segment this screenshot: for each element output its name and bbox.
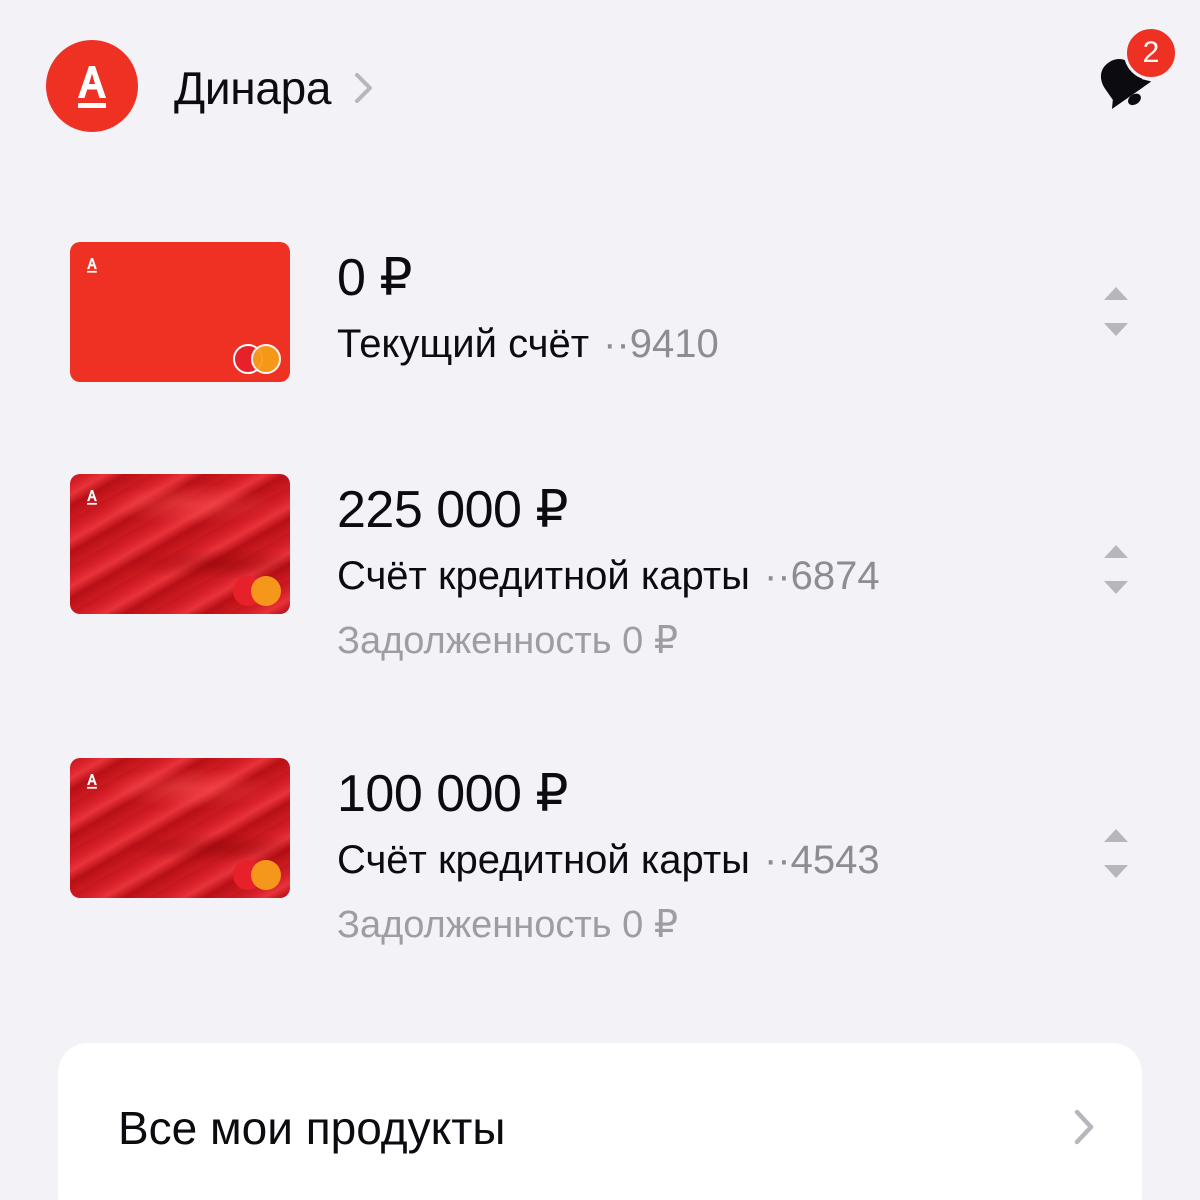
account-title-row: Счёт кредитной карты ··4543 [337,838,880,883]
main-screen: Динара 2 0 ₽ Текущий счёт ··9410 225 000… [0,0,1200,1200]
alfa-logo-icon[interactable] [46,40,138,132]
mastercard-icon [233,344,281,374]
account-debt: Задолженность 0 ₽ [337,904,679,946]
chevron-right-icon [355,73,373,103]
reorder-handle-icon[interactable] [1102,824,1130,884]
card-image [70,242,290,382]
account-balance: 0 ₽ [337,249,412,307]
account-mask: ··9410 [603,322,719,366]
account-mask: ··4543 [763,838,880,882]
account-title-row: Текущий счёт ··9410 [337,322,719,367]
account-balance: 225 000 ₽ [337,481,569,539]
account-mask: ··6874 [763,554,880,598]
all-products-label: Все мои продукты [118,1102,506,1154]
alfa-logo-icon [87,258,97,273]
alfa-logo-icon [87,490,97,505]
notification-badge: 2 [1124,26,1178,80]
mastercard-icon [233,860,281,890]
account-balance: 100 000 ₽ [337,765,569,823]
account-title: Текущий счёт [337,322,590,366]
all-products-button[interactable]: Все мои продукты [58,1043,1142,1200]
card-image [70,758,290,898]
user-name: Динара [174,62,332,114]
account-title-row: Счёт кредитной карты ··6874 [337,554,880,599]
reorder-handle-icon[interactable] [1102,282,1130,342]
alfa-logo-icon [87,774,97,789]
chevron-right-icon [1074,1109,1094,1145]
account-title: Счёт кредитной карты [337,838,750,882]
mastercard-icon [233,576,281,606]
reorder-handle-icon[interactable] [1102,540,1130,600]
card-image [70,474,290,614]
account-title: Счёт кредитной карты [337,554,750,598]
profile-link[interactable]: Динара [174,62,375,114]
account-debt: Задолженность 0 ₽ [337,620,679,662]
